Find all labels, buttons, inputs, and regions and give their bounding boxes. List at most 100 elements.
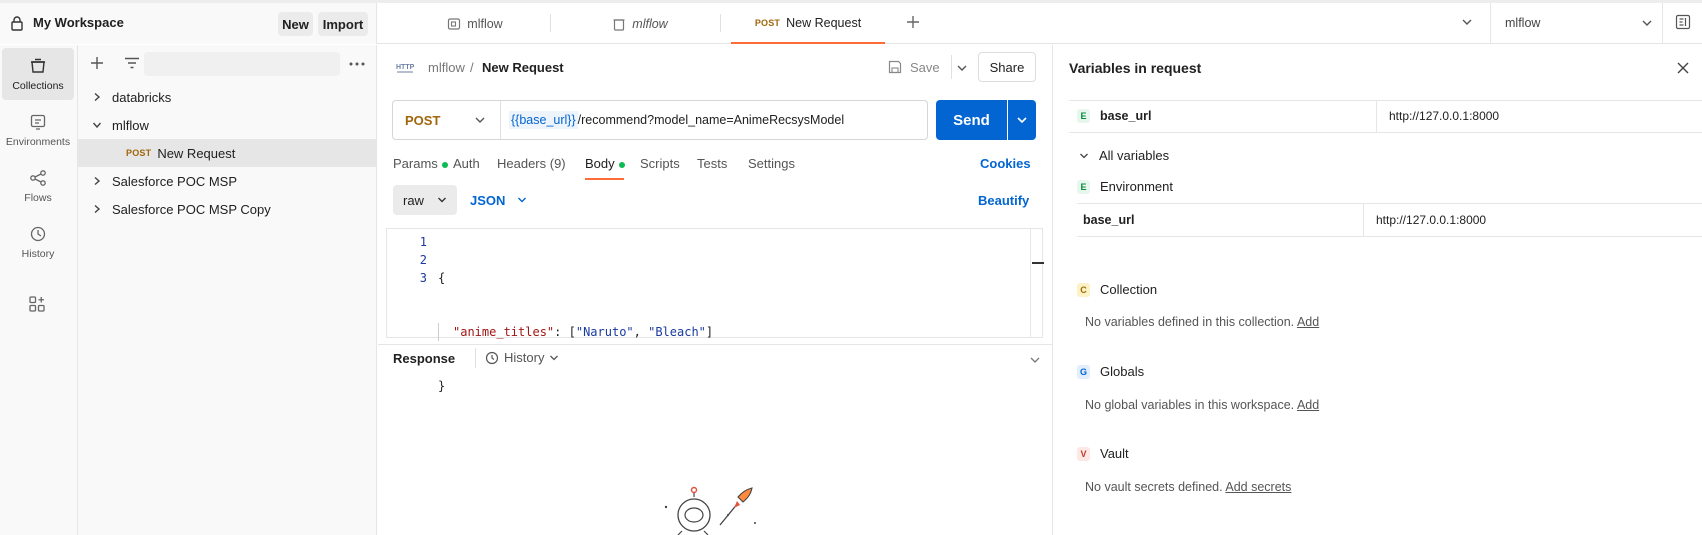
tab-scripts[interactable]: Scripts (640, 156, 697, 176)
variables-panel-icon[interactable] (1675, 14, 1691, 30)
tab-auth[interactable]: Auth (453, 156, 497, 176)
filter-icon[interactable] (124, 57, 140, 69)
tab-mlflow-collection[interactable]: mlflow (400, 3, 550, 44)
collapse-response-chevron-down-icon[interactable] (1029, 356, 1041, 364)
tree-item-salesforce-poc-msp[interactable]: Salesforce POC MSP (78, 167, 376, 195)
divider (1490, 3, 1491, 44)
add-secrets-link[interactable]: Add secrets (1225, 480, 1291, 494)
collections-icon (29, 57, 47, 75)
new-button[interactable]: New (278, 12, 313, 36)
scrollbar-marker (1032, 262, 1044, 264)
import-button[interactable]: Import (318, 12, 368, 36)
http-icon: HTTP (396, 59, 414, 75)
tree-item-databricks[interactable]: databricks (78, 83, 376, 111)
send-button[interactable]: Send (936, 100, 1007, 140)
add-tab-icon[interactable] (905, 14, 921, 30)
active-tab-underline (585, 178, 624, 180)
tree-item-salesforce-poc-msp-copy[interactable]: Salesforce POC MSP Copy (78, 195, 376, 223)
variable-row-base-url[interactable]: E base_url http://127.0.0.1:8000 (1069, 99, 1702, 133)
tab-mlflow-preview[interactable]: mlflow (560, 3, 720, 44)
chevron-down-icon (549, 354, 559, 362)
add-collection-variable-link[interactable]: Add (1297, 315, 1319, 329)
close-icon[interactable] (1677, 62, 1689, 74)
tab-params[interactable]: Params (393, 156, 453, 176)
tab-settings[interactable]: Settings (748, 156, 808, 176)
rail-item-environments[interactable]: Environments (2, 104, 74, 156)
breadcrumb-parent[interactable]: mlflow (428, 60, 465, 75)
send-options-button[interactable] (1008, 100, 1036, 140)
environment-selector[interactable]: mlflow (1505, 10, 1653, 36)
response-title: Response (393, 351, 456, 366)
astronaut-rocket-illustration (658, 485, 758, 535)
variable-value[interactable]: http://127.0.0.1:8000 (1376, 213, 1486, 227)
divider (1662, 3, 1663, 44)
history-icon (29, 225, 47, 243)
chevron-down-icon (1016, 115, 1028, 125)
tab-divider (720, 14, 721, 32)
divider (378, 344, 1052, 345)
body-indicator (618, 161, 625, 168)
environment-variable-row[interactable]: base_url http://127.0.0.1:8000 (1077, 203, 1702, 237)
variable-name: base_url (1100, 109, 1152, 123)
trash-collection-icon (612, 17, 626, 31)
url-path: /recommend?model_name=AnimeRecsysModel (577, 113, 845, 127)
configure-workbench-icon[interactable] (28, 295, 46, 313)
tree-item-mlflow[interactable]: mlflow (78, 111, 376, 139)
tabs-dropdown-chevron-down-icon[interactable] (1461, 17, 1473, 27)
tab-headers[interactable]: Headers (9) (497, 156, 585, 176)
workspace-name[interactable]: My Workspace (33, 15, 124, 30)
add-collection-icon[interactable] (90, 56, 104, 70)
globals-badge: G (1077, 364, 1090, 379)
chevron-down-icon (1641, 18, 1653, 28)
tab-body[interactable]: Body (585, 156, 640, 180)
globals-section-header: G Globals (1077, 364, 1144, 379)
beautify-link[interactable]: Beautify (978, 193, 1029, 208)
vault-badge: V (1077, 446, 1090, 461)
tab-tests[interactable]: Tests (697, 156, 748, 176)
save-button[interactable]: Save (888, 53, 948, 81)
add-global-variable-link[interactable]: Add (1297, 398, 1319, 412)
search-input[interactable] (144, 52, 340, 76)
tab-new-request[interactable]: POST New Request (731, 3, 885, 44)
collection-section-header: C Collection (1077, 282, 1157, 297)
chevron-down-icon (437, 196, 447, 204)
url-variable[interactable]: {{base_url}} (509, 111, 578, 129)
share-button[interactable]: Share (978, 52, 1036, 82)
workspace-header: My Workspace New Import (0, 3, 377, 44)
tab-divider (550, 14, 551, 32)
history-icon (485, 351, 499, 365)
collection-icon (447, 17, 461, 31)
scrollbar-track[interactable] (1030, 229, 1031, 337)
tree-item-new-request[interactable]: POST New Request (78, 139, 376, 167)
vault-empty-message: No vault secrets defined. Add secrets (1085, 480, 1292, 494)
request-name[interactable]: New Request (482, 60, 564, 75)
code-editor[interactable]: 1 2 3 { "anime_titles": ["Naruto", "Blea… (386, 228, 1044, 393)
environments-icon (29, 113, 47, 131)
collections-sidebar: databricks mlflow POST New Request Sales… (78, 45, 377, 535)
url-input[interactable]: {{base_url}} /recommend?model_name=Anime… (509, 101, 925, 139)
flows-icon (29, 169, 47, 187)
divider (1363, 203, 1364, 237)
all-variables-toggle[interactable]: All variables (1079, 148, 1169, 163)
rail-item-history[interactable]: History (2, 216, 74, 268)
save-options-chevron-down-icon[interactable] (956, 63, 968, 73)
method-select[interactable]: POST (393, 101, 501, 139)
request-tabs: Params Auth Headers (9) Body Scripts Tes… (393, 156, 808, 180)
response-history-button[interactable]: History (485, 350, 559, 365)
body-type-select[interactable]: JSON (470, 185, 534, 215)
rail-item-collections[interactable]: Collections (2, 48, 74, 100)
rail-item-flows[interactable]: Flows (2, 160, 74, 212)
environment-section-header: E Environment (1077, 179, 1173, 194)
environment-badge: E (1077, 179, 1090, 194)
variable-value[interactable]: http://127.0.0.1:8000 (1389, 109, 1499, 123)
request-editor: HTTP mlflow / New Request Save Share POS… (378, 45, 1052, 535)
collection-badge: C (1077, 282, 1090, 297)
cookies-link[interactable]: Cookies (980, 156, 1031, 171)
body-mode-select[interactable]: raw (393, 185, 457, 215)
vault-section-header: V Vault (1077, 446, 1129, 461)
chevron-down-icon (474, 115, 486, 125)
chevron-down-icon (1079, 152, 1089, 160)
more-options-icon[interactable] (349, 62, 365, 66)
left-rail: Collections Environments Flows History (0, 45, 78, 535)
chevron-right-icon (92, 204, 102, 214)
